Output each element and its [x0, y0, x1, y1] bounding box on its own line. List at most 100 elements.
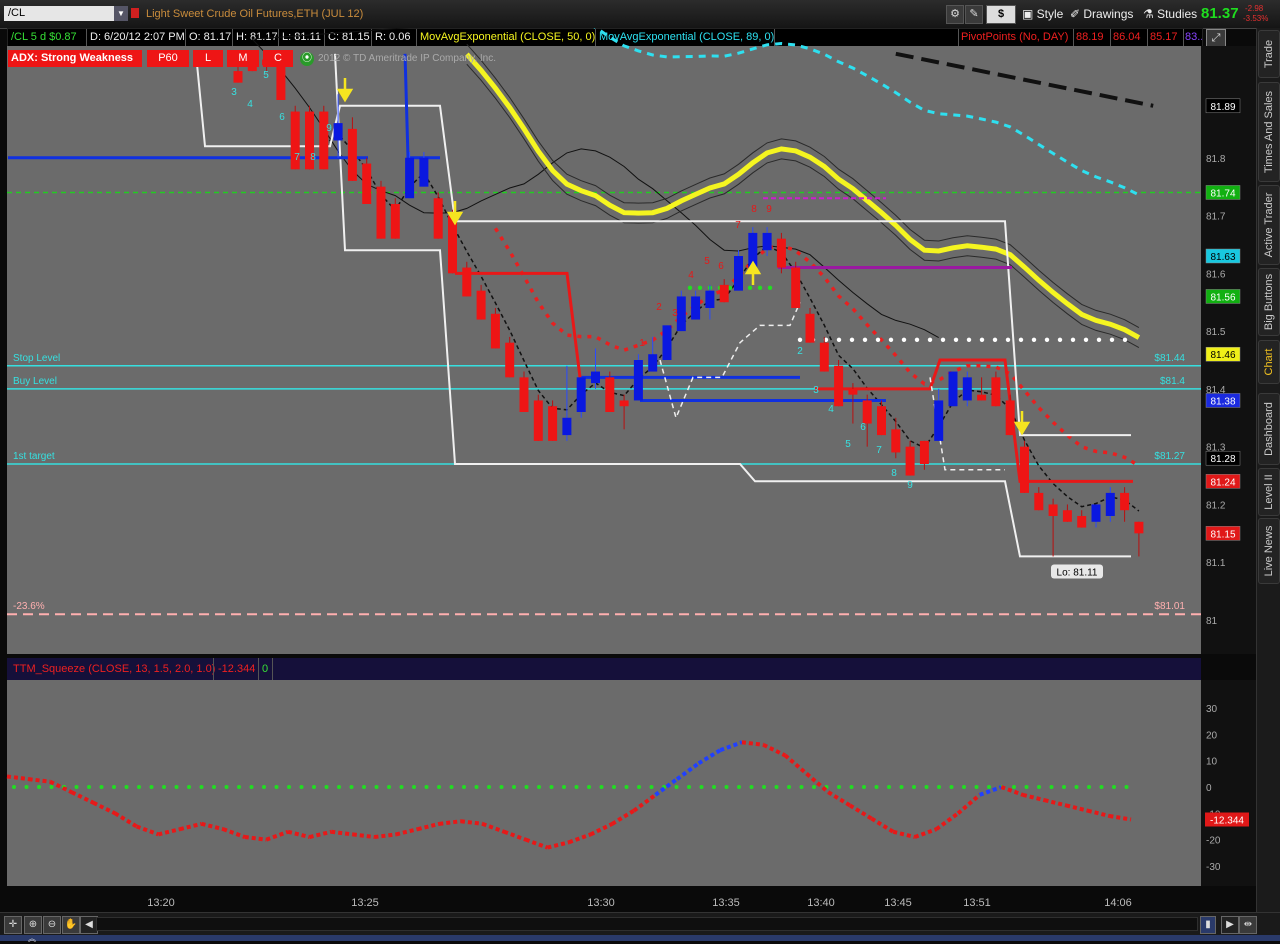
squeeze-zero-dot	[899, 785, 904, 789]
white-dot	[1018, 337, 1024, 342]
sidebar-tab-label: Times And Sales	[1263, 90, 1275, 174]
squeeze-zero-dot	[449, 785, 454, 789]
candle-body	[1005, 400, 1015, 436]
squeeze-zero-dot	[399, 785, 404, 789]
squeeze-zero-dot	[774, 785, 779, 789]
candle-body	[1077, 516, 1087, 528]
pan-icon[interactable]: ✋	[62, 916, 80, 934]
sidebar-tab-label: Big Buttons	[1263, 273, 1275, 331]
candle-body	[390, 204, 400, 239]
count-label: 8	[891, 468, 897, 479]
squeeze-tick-label: 10	[1206, 757, 1218, 768]
candle-body	[934, 400, 944, 441]
squeeze-zero-dot	[699, 785, 704, 789]
squeeze-zero-dot	[124, 785, 129, 789]
sidebar-tab-times-and-sales[interactable]: Times And Sales	[1258, 82, 1280, 182]
top-toolbar: /CL ▼ Light Sweet Crude Oil Futures,ETH …	[0, 0, 1280, 29]
sidebar-tab-label: Trade	[1263, 39, 1275, 69]
price-tick-label: 81.8	[1206, 154, 1226, 165]
sidebar-tab-label: Level II	[1263, 474, 1275, 510]
count-label: 7	[735, 220, 741, 231]
count-label: 2	[797, 346, 803, 357]
sidebar-tab-big-buttons[interactable]: Big Buttons	[1258, 268, 1280, 336]
symbol-input[interactable]: /CL	[4, 6, 114, 21]
white-dot	[849, 337, 855, 342]
candle-body	[433, 198, 443, 239]
squeeze-zero-dot	[674, 785, 679, 789]
candle-body	[691, 296, 701, 320]
scroll-right-icon[interactable]: ▶	[1221, 916, 1239, 934]
squeeze-zero-dot	[724, 785, 729, 789]
count-label: 9	[766, 204, 772, 215]
white-dot	[979, 337, 985, 342]
candle-body	[791, 267, 801, 308]
zoom-in-icon[interactable]: ⊕	[24, 916, 42, 934]
style-button[interactable]: ▣ Style	[1022, 5, 1063, 23]
squeeze-zero-dot	[299, 785, 304, 789]
count-label: 2	[656, 302, 662, 313]
white-dot	[1044, 337, 1050, 342]
scroll-thumb[interactable]: ▮	[1200, 916, 1216, 934]
squeeze-zero-dot	[974, 785, 979, 789]
squeeze-zero-dot	[74, 785, 79, 789]
candle-body	[977, 394, 987, 401]
count-label: 8	[310, 152, 316, 163]
sidebar-tab-chart[interactable]: Chart	[1258, 340, 1280, 384]
squeeze-zero-dot	[612, 785, 616, 789]
sidebar-tab-active-trader[interactable]: Active Trader	[1258, 185, 1280, 265]
net-change: -2.98	[1245, 4, 1264, 13]
candle-body	[476, 290, 486, 320]
squeeze-zero-dot	[274, 785, 279, 789]
count-label: 8	[751, 204, 757, 215]
flag-icon	[131, 8, 139, 18]
crosshair-icon[interactable]: ✛	[4, 916, 22, 934]
count-label: 7	[876, 445, 882, 456]
candle-body	[919, 440, 929, 464]
squeeze-zero-dot	[1062, 785, 1066, 789]
squeeze-zero-dot	[362, 785, 366, 789]
count-label: 5	[845, 439, 851, 450]
squeeze-zero-dot	[24, 785, 29, 789]
squeeze-extra: 0	[262, 663, 269, 675]
candle-body	[462, 267, 472, 297]
candle-body	[1091, 504, 1101, 522]
level-label: Buy Level	[13, 376, 57, 387]
level-value-label: $81.27	[1154, 451, 1185, 462]
candle-body	[991, 377, 1001, 407]
squeeze-title[interactable]: TTM_Squeeze (CLOSE, 13, 1.5, 2.0, 1.0)	[13, 663, 215, 675]
studies-button[interactable]: ⚗ Studies	[1143, 5, 1197, 23]
squeeze-zero-dot	[199, 785, 204, 789]
squeeze-zero-dot	[762, 785, 766, 789]
sidebar-tab-live-news[interactable]: Live News	[1258, 518, 1280, 584]
wrench-icon[interactable]: ✎	[965, 5, 983, 24]
settings-icon[interactable]: ⚙	[946, 5, 964, 24]
squeeze-tick-label: -30	[1206, 862, 1221, 873]
level-value-label: $81.01	[1154, 601, 1185, 612]
squeeze-zero-dot	[812, 785, 816, 789]
squeeze-zero-dot	[737, 785, 741, 789]
squeeze-zero-dot	[137, 785, 141, 789]
squeeze-zero-dot	[499, 785, 504, 789]
time-scrollbar[interactable]	[96, 917, 1198, 931]
candle-body	[533, 400, 543, 441]
sidebar-tab-dashboard[interactable]: Dashboard	[1258, 393, 1280, 465]
count-label: 9	[326, 123, 332, 134]
squeeze-zero-dot	[574, 785, 579, 789]
fit-icon[interactable]: ⇹	[1239, 916, 1257, 934]
candle-body	[576, 377, 586, 412]
green-dot	[747, 285, 753, 290]
pencil-icon: ✐	[1070, 7, 1084, 21]
symbol-dropdown-icon[interactable]: ▼	[114, 6, 128, 21]
zoom-out-icon[interactable]: ⊖	[43, 916, 61, 934]
drawings-button[interactable]: ✐ Drawings	[1070, 5, 1133, 23]
squeeze-zero-dot	[174, 785, 179, 789]
price-badge: 81.63	[1210, 252, 1235, 263]
tda-logo-icon: ⦿	[300, 52, 314, 66]
sidebar-tab-level-ii[interactable]: Level II	[1258, 468, 1280, 516]
white-dot	[1005, 337, 1011, 342]
dollar-button[interactable]: $	[986, 5, 1016, 24]
m-badge: M	[227, 50, 259, 67]
squeeze-zero-dot	[987, 785, 991, 789]
sidebar-tab-trade[interactable]: Trade	[1258, 30, 1280, 78]
squeeze-zero-dot	[412, 785, 416, 789]
